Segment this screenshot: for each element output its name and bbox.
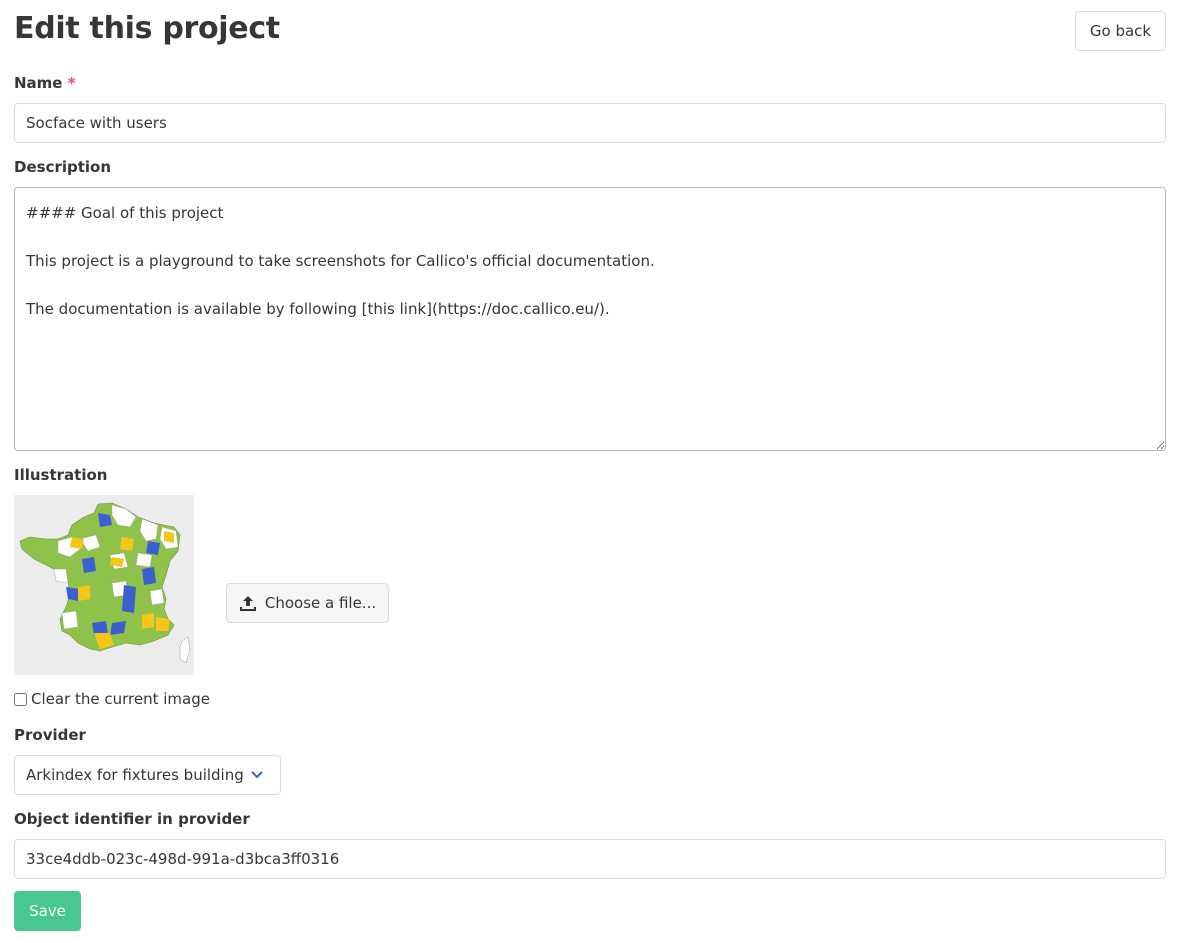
provider-selected-value: Arkindex for fixtures building	[26, 766, 244, 784]
chevron-down-icon	[251, 771, 263, 779]
page-title: Edit this project	[14, 11, 280, 46]
required-mark: *	[67, 74, 76, 92]
clear-image-label: Clear the current image	[31, 690, 210, 708]
upload-icon	[239, 596, 256, 611]
edit-project-page: Edit this project Go back Name * Descrip…	[0, 0, 1182, 943]
name-label: Name *	[14, 73, 76, 93]
description-textarea[interactable]: #### Goal of this project This project i…	[14, 187, 1166, 451]
provider-select[interactable]: Arkindex for fixtures building	[14, 755, 281, 795]
object-id-label: Object identifier in provider	[14, 810, 250, 828]
choose-file-label: Choose a file...	[264, 594, 377, 612]
choose-file-button[interactable]: Choose a file...	[226, 583, 389, 623]
clear-image-checkbox[interactable]	[14, 692, 27, 706]
save-button[interactable]: Save	[14, 891, 81, 931]
illustration-image	[14, 495, 194, 675]
illustration-label: Illustration	[14, 466, 108, 484]
name-label-text: Name	[14, 74, 63, 92]
object-id-input[interactable]	[14, 839, 1166, 879]
clear-image-row[interactable]: Clear the current image	[14, 689, 210, 709]
provider-label: Provider	[14, 726, 86, 744]
description-label: Description	[14, 158, 112, 176]
france-map-icon	[14, 495, 194, 675]
go-back-button[interactable]: Go back	[1075, 11, 1166, 51]
name-input[interactable]	[14, 103, 1166, 143]
